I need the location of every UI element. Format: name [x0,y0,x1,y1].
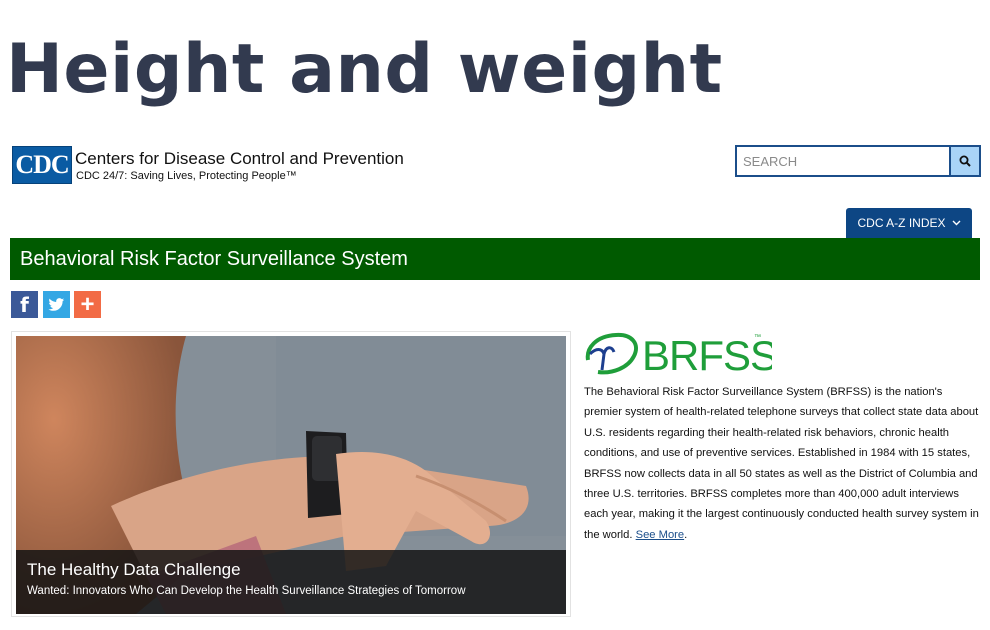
search-button[interactable] [949,147,979,175]
az-index-button[interactable]: CDC A-Z INDEX [846,208,972,238]
section-title[interactable]: Behavioral Risk Factor Surveillance Syst… [20,248,408,271]
org-tagline: CDC 24/7: Saving Lives, Protecting Peopl… [76,170,297,182]
see-more-suffix: . [684,528,688,541]
twitter-share-button[interactable] [43,291,70,318]
org-name[interactable]: Centers for Disease Control and Preventi… [75,149,404,169]
facebook-share-button[interactable]: f [11,291,38,318]
chevron-down-icon [952,220,960,226]
facebook-icon: f [20,292,29,317]
twitter-icon [48,297,65,311]
search-box [735,145,981,177]
plus-icon: + [80,290,95,318]
brfss-logo-text: BRFSS [642,332,772,379]
hero-subtitle: Wanted: Innovators Who Can Develop the H… [27,585,466,597]
addthis-share-button[interactable]: + [74,291,101,318]
brfss-description: The Behavioral Risk Factor Surveillance … [584,382,982,545]
brfss-tm: ™ [754,334,761,341]
page-title: Height and weight [6,30,723,109]
hero-card[interactable]: The Healthy Data Challenge Wanted: Innov… [11,331,571,617]
brfss-logo: BRFSS ™ [582,330,778,380]
see-more-link[interactable]: See More [636,529,685,541]
search-input[interactable] [737,147,949,175]
cdc-logo[interactable]: CDC [12,146,72,184]
hero-caption: The Healthy Data Challenge Wanted: Innov… [16,550,566,614]
az-index-label: CDC A-Z INDEX [857,216,946,230]
section-banner: Behavioral Risk Factor Surveillance Syst… [10,238,980,280]
brfss-description-text: The Behavioral Risk Factor Surveillance … [584,386,979,541]
search-icon [959,155,971,167]
hero-title[interactable]: The Healthy Data Challenge [27,560,555,580]
hero-image[interactable]: The Healthy Data Challenge Wanted: Innov… [16,336,566,614]
